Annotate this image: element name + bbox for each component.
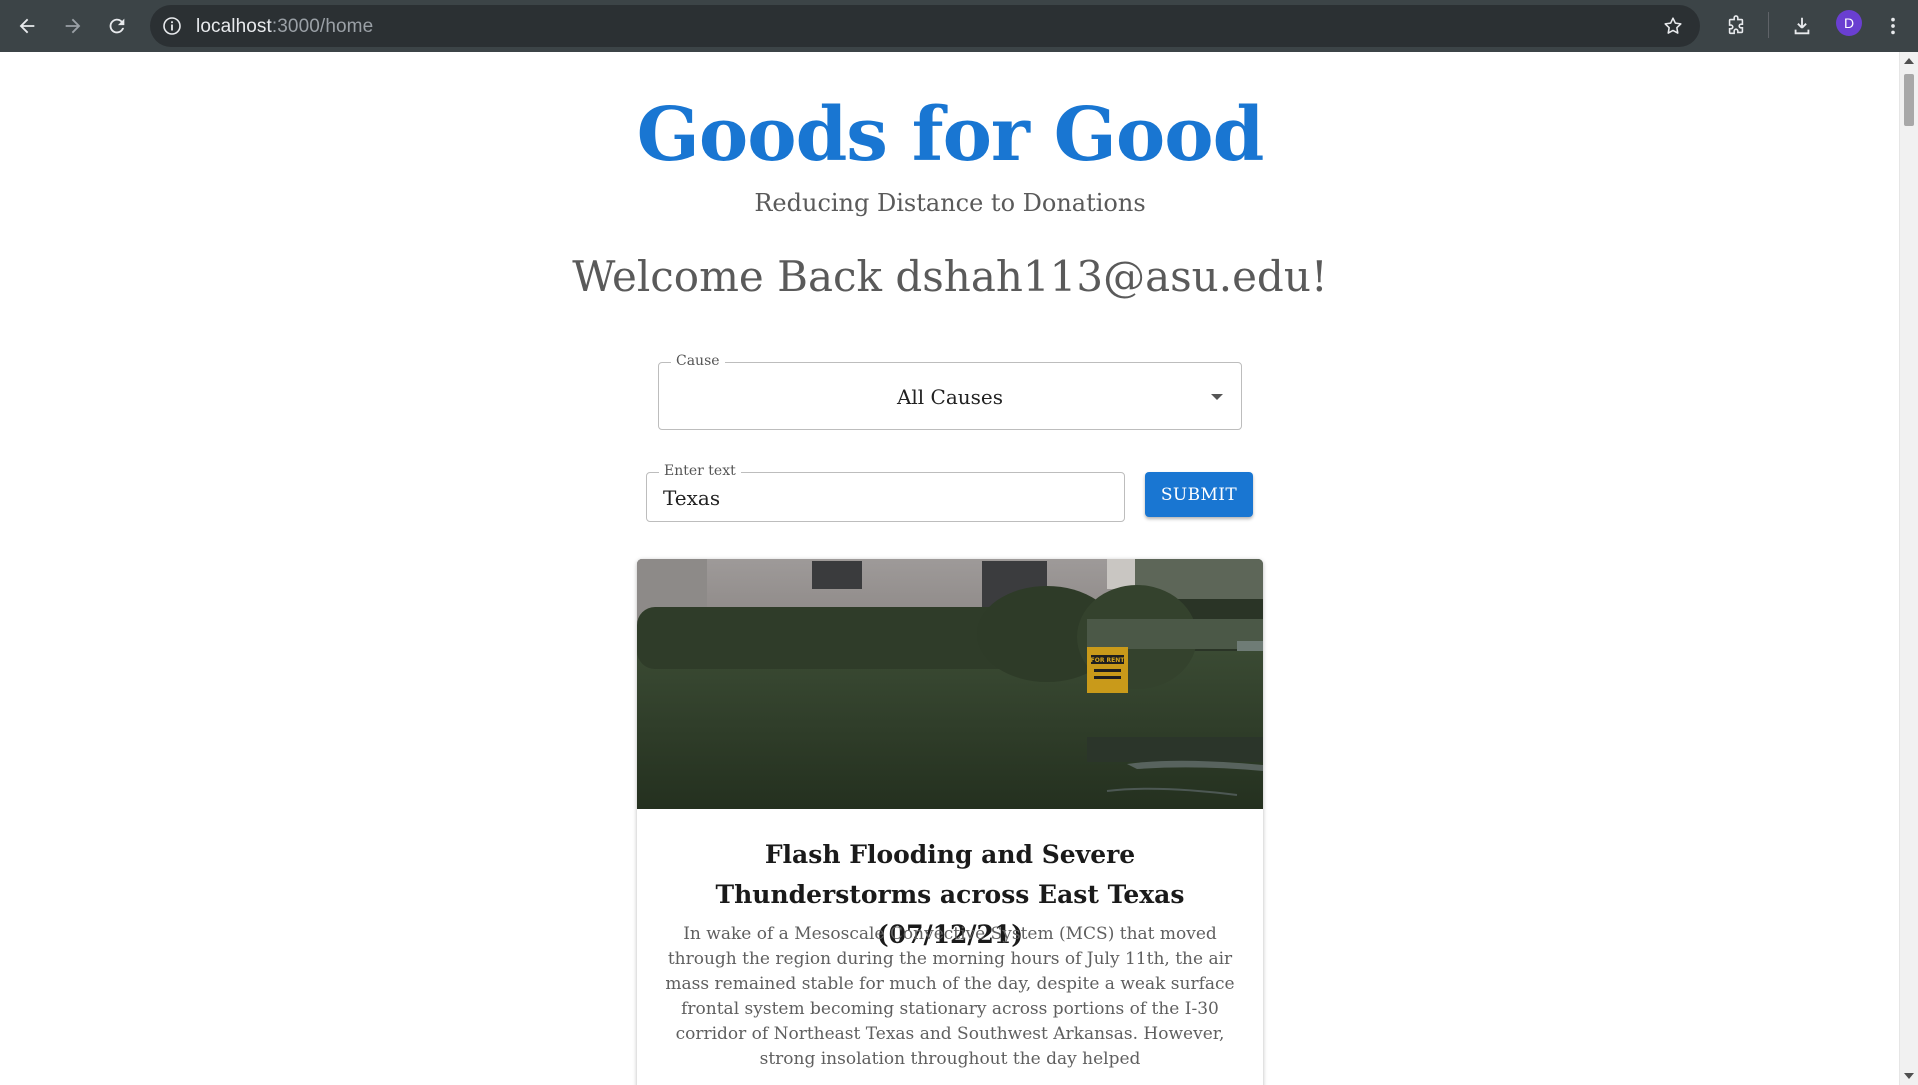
cause-select[interactable]: Cause All Causes	[658, 353, 1242, 430]
search-input[interactable]	[663, 485, 1103, 511]
site-title: Goods for Good	[636, 92, 1265, 178]
url-path: :3000/home	[271, 16, 374, 37]
download-icon	[1794, 17, 1810, 35]
extensions-button[interactable]	[1720, 10, 1752, 42]
scroll-down-icon[interactable]	[1904, 1073, 1914, 1079]
reload-icon	[109, 18, 125, 34]
site-tagline: Reducing Distance to Donations	[754, 189, 1146, 217]
forward-button[interactable]	[57, 10, 89, 42]
sign-text: FOR RENT	[1091, 657, 1126, 664]
search-field[interactable]: Enter text	[646, 463, 1125, 522]
puzzle-icon	[1728, 15, 1744, 35]
reload-button[interactable]	[101, 10, 133, 42]
back-button[interactable]	[11, 10, 43, 42]
welcome-message: Welcome Back dshah113@asu.edu!	[572, 252, 1328, 301]
scrollbar-thumb[interactable]	[1904, 74, 1914, 126]
downloads-button[interactable]	[1786, 10, 1818, 42]
url-host: localhost	[196, 16, 272, 37]
submit-button[interactable]: SUBMIT	[1145, 472, 1253, 517]
browser-toolbar: localhost:3000/home D	[0, 0, 1918, 52]
menu-button[interactable]	[1877, 10, 1909, 42]
url-text[interactable]: localhost:3000/home	[196, 16, 373, 38]
cause-card[interactable]: FOR RENT Flash Flooding and Severe Thund…	[637, 559, 1263, 1085]
address-bar[interactable]: localhost:3000/home	[150, 5, 1700, 47]
card-image: FOR RENT	[637, 559, 1263, 809]
kebab-menu-icon	[1891, 17, 1895, 35]
arrow-left-icon	[19, 18, 35, 34]
cause-select-value: All Causes	[896, 385, 1004, 409]
toolbar-divider	[1768, 12, 1769, 38]
caret-down-icon	[1211, 394, 1223, 400]
profile-avatar[interactable]: D	[1836, 10, 1862, 36]
scroll-up-icon[interactable]	[1904, 58, 1914, 64]
site-info-icon[interactable]	[162, 16, 182, 36]
card-description: In wake of a Mesoscale Convective System…	[665, 924, 1235, 1069]
page-scrollbar[interactable]	[1899, 52, 1918, 1085]
cause-select-label: Cause	[671, 353, 725, 369]
bookmark-star-icon[interactable]	[1662, 15, 1684, 37]
search-field-label: Enter text	[659, 463, 741, 479]
arrow-right-icon	[65, 18, 81, 34]
page-content: Goods for Good Reducing Distance to Dona…	[0, 52, 1900, 1085]
